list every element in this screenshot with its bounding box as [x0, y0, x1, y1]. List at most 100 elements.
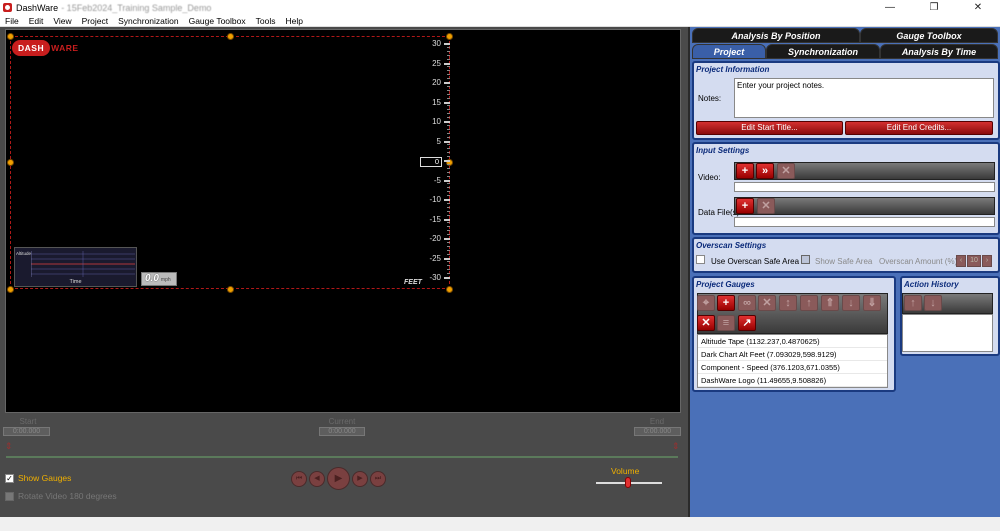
rotate-video-checkbox[interactable]: [5, 491, 14, 501]
tab-synchronization[interactable]: Synchronization: [766, 44, 880, 59]
resize-handle-top[interactable]: [227, 33, 234, 40]
altitude-minor-tick: [447, 124, 450, 126]
altitude-major-tick: [444, 199, 450, 201]
rotate-video-option[interactable]: Rotate Video 180 degrees: [5, 491, 117, 501]
list-item[interactable]: DashWare Logo (11.49655,9.508826): [698, 374, 887, 387]
current-time-label: Current: [328, 417, 356, 426]
project-gauges-title: Project Gauges: [696, 280, 755, 289]
tab-analysis-by-time[interactable]: Analysis By Time: [880, 44, 998, 59]
menu-gauge-toolbox[interactable]: Gauge Toolbox: [184, 15, 251, 26]
skip-end-icon[interactable]: ⏭: [370, 470, 386, 487]
action-history-list[interactable]: [902, 314, 993, 352]
close-button[interactable]: ✕: [956, 0, 1000, 15]
gauge-select-icon[interactable]: ⌖: [697, 295, 715, 311]
timeline-end-marker[interactable]: ⇕: [672, 441, 680, 452]
show-gauges-option[interactable]: ✓ Show Gauges: [5, 473, 71, 483]
undo-icon[interactable]: ↑: [904, 295, 922, 311]
show-safe-area-checkbox[interactable]: [801, 255, 810, 264]
dark-chart-gauge[interactable]: Altitude Time: [14, 247, 137, 287]
resize-handle-left[interactable]: [7, 159, 14, 166]
menu-project[interactable]: Project: [77, 15, 113, 26]
menu-help[interactable]: Help: [280, 15, 307, 26]
maximize-button[interactable]: ❐: [912, 0, 956, 15]
resize-handle-top-left[interactable]: [7, 33, 14, 40]
step-forward-icon[interactable]: ▶: [352, 470, 368, 487]
dark-chart-xlabel: Time: [69, 279, 82, 285]
delete-gauge-icon[interactable]: ✕: [697, 315, 715, 331]
altitude-minor-tick: [447, 245, 450, 247]
notes-input[interactable]: Enter your project notes.: [734, 78, 994, 118]
timeline-start-marker[interactable]: ⇕: [5, 441, 13, 452]
altitude-tick-label: -5: [433, 175, 441, 185]
window-controls: — ❐ ✕: [868, 0, 1000, 15]
overscan-increment[interactable]: ›: [982, 255, 992, 267]
minimize-button[interactable]: —: [868, 0, 912, 15]
play-icon[interactable]: ▶: [327, 467, 350, 490]
resize-handle-bottom-left[interactable]: [7, 286, 14, 293]
overscan-settings-title: Overscan Settings: [696, 241, 767, 250]
overscan-decrement[interactable]: ‹: [956, 255, 966, 267]
edit-end-credits-button[interactable]: Edit End Credits...: [845, 121, 993, 135]
rotate-video-label: Rotate Video 180 degrees: [18, 491, 117, 501]
show-gauges-label: Show Gauges: [18, 473, 72, 483]
timeline-slider[interactable]: [6, 456, 678, 458]
resize-handle-bottom-right[interactable]: [446, 286, 453, 293]
video-file-field[interactable]: [734, 182, 995, 192]
start-time-field[interactable]: 0:00.000: [3, 427, 50, 436]
edit-start-title-button[interactable]: Edit Start Title...: [696, 121, 843, 135]
forward-video-icon[interactable]: »: [756, 163, 774, 179]
altitude-minor-tick: [447, 152, 450, 154]
menu-file[interactable]: File: [0, 15, 24, 26]
use-overscan-checkbox[interactable]: [696, 255, 705, 264]
step-back-icon[interactable]: ◀: [309, 470, 325, 487]
altitude-minor-tick: [447, 226, 450, 228]
list-item[interactable]: Dark Chart Alt Feet (7.093029,598.9129): [698, 348, 887, 361]
project-gauges-list[interactable]: Altitude Tape (1132.237,0.4870625) Dark …: [697, 334, 888, 388]
remove-video-icon[interactable]: ✕: [777, 163, 795, 179]
altitude-minor-tick: [447, 78, 450, 80]
move-down-icon[interactable]: ↓: [842, 295, 860, 311]
menu-edit[interactable]: Edit: [24, 15, 49, 26]
menu-view[interactable]: View: [48, 15, 76, 26]
altitude-minor-tick: [447, 74, 450, 76]
gauge-properties-icon[interactable]: ≡: [717, 315, 735, 331]
sort-gauges-icon[interactable]: ↕: [779, 295, 797, 311]
video-canvas[interactable]: DASH WARE 302520151050-5-10-15-20-25-30 …: [5, 29, 681, 413]
speed-gauge[interactable]: 0.0 mph: [141, 272, 177, 286]
resize-handle-bottom[interactable]: [227, 286, 234, 293]
skip-start-icon[interactable]: ⏮: [291, 470, 307, 487]
tab-gauge-toolbox[interactable]: Gauge Toolbox: [860, 28, 998, 43]
altitude-tick-label: 10: [432, 117, 441, 126]
move-top-icon[interactable]: ⇑: [821, 295, 839, 311]
gauge-tools-icon[interactable]: ✕: [758, 295, 776, 311]
menu-synchronization[interactable]: Synchronization: [113, 15, 183, 26]
tab-project[interactable]: Project: [692, 44, 766, 59]
redo-icon[interactable]: ↓: [924, 295, 942, 311]
altitude-minor-tick: [447, 132, 450, 134]
add-data-file-icon[interactable]: +: [736, 198, 754, 214]
list-item[interactable]: Component - Speed (376.1203,671.0355): [698, 361, 887, 374]
list-item[interactable]: Altitude Tape (1132.237,0.4870625): [698, 335, 887, 348]
altitude-tick-label: -30: [429, 273, 441, 282]
add-video-icon[interactable]: +: [736, 163, 754, 179]
data-files-field[interactable]: [734, 217, 995, 227]
video-label: Video:: [698, 173, 721, 182]
altitude-minor-tick: [447, 163, 450, 165]
data-file-tools-icon[interactable]: ✕: [757, 198, 775, 214]
overscan-amount-field[interactable]: 10: [967, 255, 981, 267]
resize-handle-top-right[interactable]: [446, 33, 453, 40]
move-bottom-icon[interactable]: ⇓: [863, 295, 881, 311]
menu-tools[interactable]: Tools: [251, 15, 281, 26]
move-up-icon[interactable]: ↑: [800, 295, 818, 311]
altitude-major-tick: [444, 160, 450, 162]
export-gauge-icon[interactable]: ↗: [738, 315, 756, 331]
altitude-minor-tick: [447, 113, 450, 115]
tab-row-top: Analysis By Position Gauge Toolbox: [692, 28, 998, 43]
volume-slider-knob[interactable]: [625, 477, 631, 488]
current-time-field[interactable]: 0:00.000: [319, 427, 365, 436]
link-gauge-icon[interactable]: ∞: [738, 295, 756, 311]
end-time-field[interactable]: 0:00.000: [634, 427, 681, 436]
show-gauges-checkbox[interactable]: ✓: [5, 473, 14, 483]
tab-analysis-by-position[interactable]: Analysis By Position: [692, 28, 860, 43]
add-gauge-icon[interactable]: +: [717, 295, 735, 311]
